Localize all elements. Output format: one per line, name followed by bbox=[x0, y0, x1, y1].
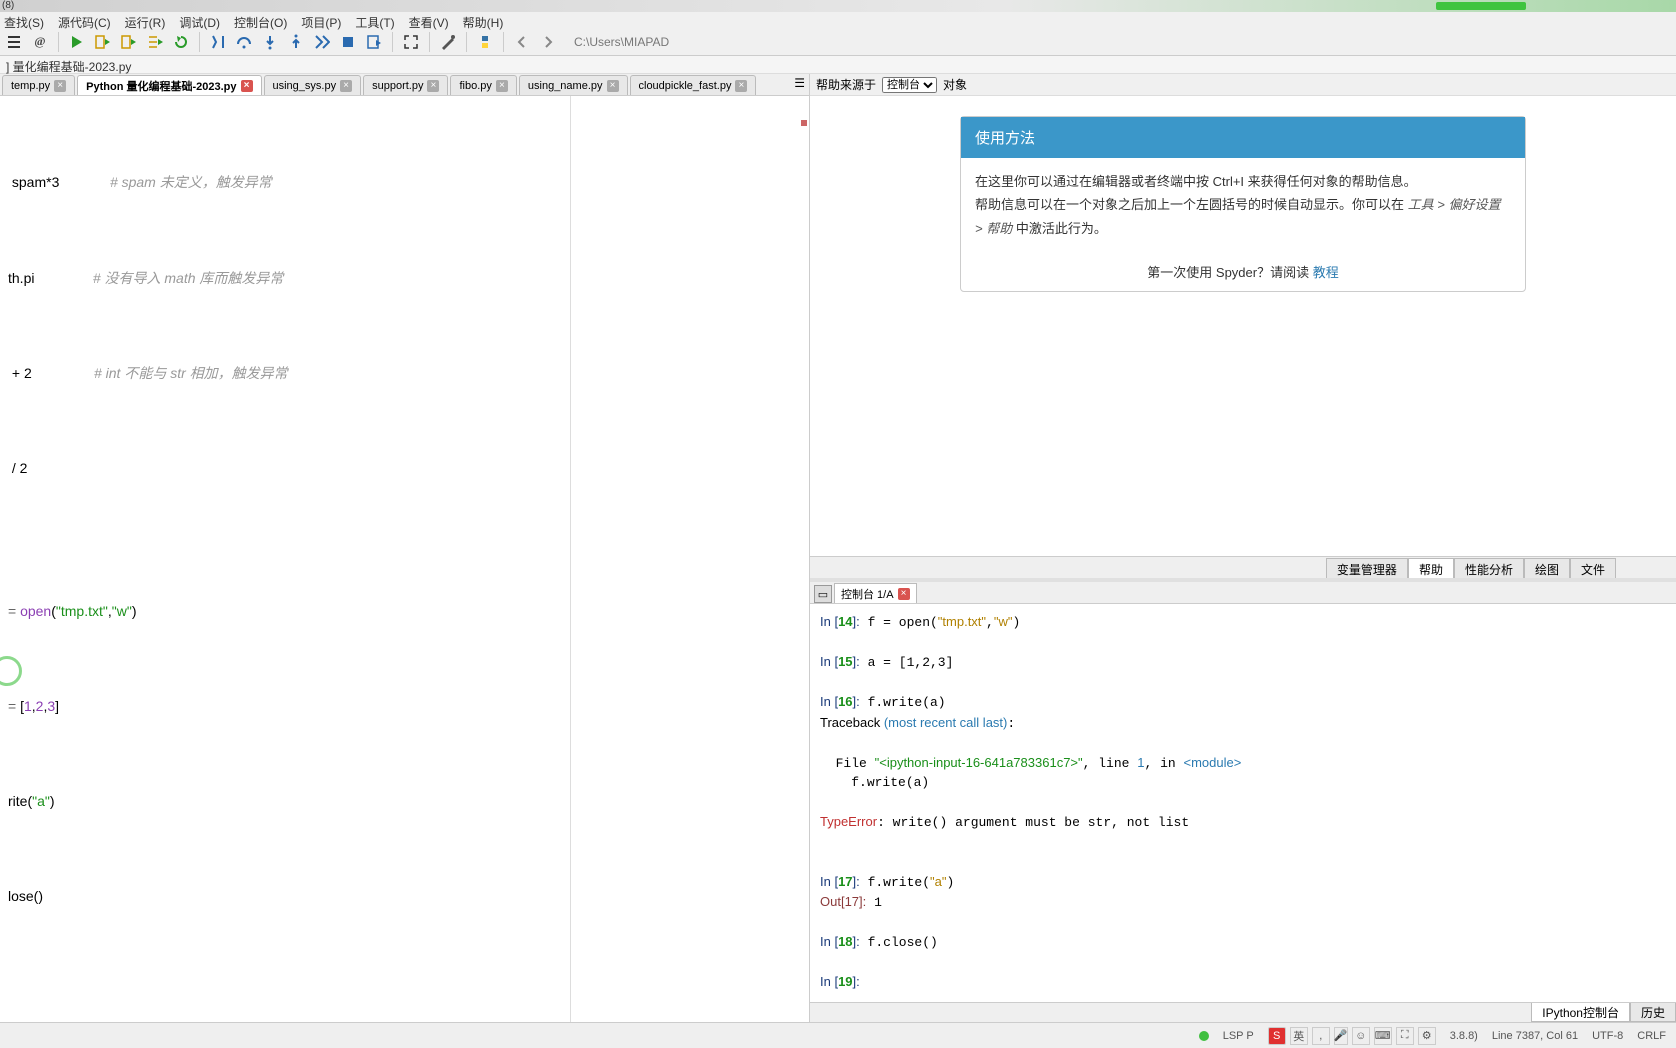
menubar: 查找(S) 源代码(C) 运行(R) 调试(D) 控制台(O) 项目(P) 工具… bbox=[0, 12, 1676, 28]
help-card-footer: 第一次使用 Spyder？请阅读 教程 bbox=[961, 252, 1525, 291]
run-selection-icon[interactable] bbox=[145, 32, 165, 52]
close-icon[interactable]: × bbox=[898, 588, 910, 600]
menu-tools[interactable]: 工具(T) bbox=[355, 14, 394, 26]
help-source-select[interactable]: 控制台 bbox=[882, 77, 937, 93]
continue-icon[interactable] bbox=[312, 32, 332, 52]
breadcrumb: ] 量化编程基础-2023.py bbox=[0, 56, 1676, 74]
scroll-marker bbox=[801, 120, 807, 126]
close-icon[interactable]: × bbox=[607, 80, 619, 92]
help-pane: 使用方法 在这里你可以通过在编辑器或者终端中按 Ctrl+I 来获得任何对象的帮… bbox=[810, 96, 1676, 556]
menu-view[interactable]: 查看(V) bbox=[409, 14, 449, 26]
tab-using-name[interactable]: using_name.py× bbox=[519, 75, 628, 95]
line-ending: CRLF bbox=[1637, 1030, 1666, 1042]
tab-history[interactable]: 历史 bbox=[1630, 1003, 1676, 1022]
tab-support[interactable]: support.py× bbox=[363, 75, 448, 95]
help-text-2: 帮助信息可以在一个对象之后加上一个左圆括号的时候自动显示。你可以在 工具 > 偏… bbox=[975, 193, 1511, 240]
statusbar: LSP P S 英 , 🎤 ☺ ⌨ ⛶ ⚙ 3.8.8) Line 7387, … bbox=[0, 1022, 1676, 1048]
ime-lang: 英 bbox=[1290, 1027, 1308, 1045]
breadcrumb-text: ] 量化编程基础-2023.py bbox=[6, 60, 131, 74]
at-icon[interactable]: @ bbox=[30, 32, 50, 52]
toolbar: @ C:\Users\MIAPAD bbox=[0, 28, 1676, 56]
close-icon[interactable]: × bbox=[340, 80, 352, 92]
menu-help[interactable]: 帮助(H) bbox=[463, 14, 504, 26]
maximize-icon[interactable] bbox=[401, 32, 421, 52]
python-version: 3.8.8) bbox=[1450, 1030, 1478, 1042]
tab-ipython[interactable]: IPython控制台 bbox=[1531, 1003, 1630, 1022]
tabs-menu-icon[interactable]: ☰ bbox=[794, 76, 805, 90]
tab-plots[interactable]: 绘图 bbox=[1524, 558, 1570, 578]
run-cell-icon[interactable] bbox=[93, 32, 113, 52]
python-icon[interactable] bbox=[475, 32, 495, 52]
close-icon[interactable]: × bbox=[496, 80, 508, 92]
step-into-icon[interactable] bbox=[260, 32, 280, 52]
menu-icon[interactable] bbox=[4, 32, 24, 52]
ime-icon: S bbox=[1268, 1027, 1286, 1045]
menu-console[interactable]: 控制台(O) bbox=[234, 14, 287, 26]
tab-temp[interactable]: temp.py× bbox=[2, 75, 75, 95]
close-icon[interactable]: × bbox=[54, 80, 66, 92]
help-toolbar: 帮助来源于 控制台 对象 bbox=[810, 74, 1676, 96]
tab-help[interactable]: 帮助 bbox=[1408, 558, 1454, 578]
ipython-console[interactable]: In [14]: f = open("tmp.txt","w") In [15]… bbox=[810, 604, 1676, 1002]
menu-search[interactable]: 查找(S) bbox=[4, 14, 44, 26]
rerun-icon[interactable] bbox=[171, 32, 191, 52]
tutorial-link[interactable]: 教程 bbox=[1313, 265, 1339, 280]
encoding: UTF-8 bbox=[1592, 1030, 1623, 1042]
right-pane-tabs: 变量管理器 帮助 性能分析 绘图 文件 bbox=[810, 556, 1676, 578]
tab-files[interactable]: 文件 bbox=[1570, 558, 1616, 578]
working-dir: C:\Users\MIAPAD bbox=[574, 35, 669, 49]
run-cell-advance-icon[interactable] bbox=[119, 32, 139, 52]
debug-file-icon[interactable] bbox=[364, 32, 384, 52]
console-tabs: ▭ 控制台 1/A × bbox=[810, 582, 1676, 604]
window-titlebar: (8) bbox=[0, 0, 1676, 12]
tab-profiler[interactable]: 性能分析 bbox=[1454, 558, 1524, 578]
editor-ruler bbox=[570, 96, 571, 1022]
settings-icon[interactable] bbox=[438, 32, 458, 52]
help-text-1: 在这里你可以通过在编辑器或者终端中按 Ctrl+I 来获得任何对象的帮助信息。 bbox=[975, 170, 1511, 193]
cursor-position: Line 7387, Col 61 bbox=[1492, 1030, 1578, 1042]
step-out-icon[interactable] bbox=[286, 32, 306, 52]
editor-scrollbar[interactable] bbox=[795, 96, 807, 1022]
lsp-status-icon bbox=[1199, 1031, 1209, 1041]
step-over-icon[interactable] bbox=[234, 32, 254, 52]
ime-punct1: , bbox=[1312, 1027, 1330, 1045]
menu-source[interactable]: 源代码(C) bbox=[58, 14, 111, 26]
close-icon[interactable]: × bbox=[427, 80, 439, 92]
back-icon[interactable] bbox=[512, 32, 532, 52]
help-card: 使用方法 在这里你可以通过在编辑器或者终端中按 Ctrl+I 来获得任何对象的帮… bbox=[960, 116, 1526, 292]
tab-main[interactable]: Python 量化编程基础-2023.py× bbox=[77, 75, 261, 95]
tab-variable-explorer[interactable]: 变量管理器 bbox=[1326, 558, 1408, 578]
close-icon[interactable]: × bbox=[241, 80, 253, 92]
code-editor[interactable]: spam*3 # spam 未定义，触发异常 th.pi # 没有导入 math… bbox=[0, 96, 809, 1022]
tab-using-sys[interactable]: using_sys.py× bbox=[264, 75, 362, 95]
help-object-label: 对象 bbox=[943, 76, 967, 93]
close-icon[interactable]: × bbox=[735, 80, 747, 92]
stop-debug-icon[interactable] bbox=[338, 32, 358, 52]
forward-icon[interactable] bbox=[538, 32, 558, 52]
console-tab-1[interactable]: 控制台 1/A × bbox=[834, 583, 917, 603]
help-source-label: 帮助来源于 bbox=[816, 76, 876, 93]
help-card-body: 在这里你可以通过在编辑器或者终端中按 Ctrl+I 来获得任何对象的帮助信息。 … bbox=[961, 158, 1525, 252]
editor-tabs: temp.py× Python 量化编程基础-2023.py× using_sy… bbox=[0, 74, 809, 96]
help-card-title: 使用方法 bbox=[961, 117, 1525, 158]
tab-cloudpickle[interactable]: cloudpickle_fast.py× bbox=[630, 75, 757, 95]
menu-debug[interactable]: 调试(D) bbox=[179, 14, 220, 26]
title-version: (8) bbox=[2, 0, 14, 11]
menu-run[interactable]: 运行(R) bbox=[125, 14, 166, 26]
title-progress bbox=[1436, 2, 1526, 10]
console-bottom-tabs: IPython控制台 历史 bbox=[810, 1002, 1676, 1022]
debug-icon[interactable] bbox=[208, 32, 228, 52]
console-options-icon[interactable]: ▭ bbox=[814, 585, 832, 603]
lsp-label: LSP P bbox=[1223, 1030, 1254, 1042]
tab-fibo[interactable]: fibo.py× bbox=[450, 75, 516, 95]
ime-indicator[interactable]: S 英 , 🎤 ☺ ⌨ ⛶ ⚙ bbox=[1268, 1027, 1436, 1045]
menu-project[interactable]: 项目(P) bbox=[301, 14, 341, 26]
run-icon[interactable] bbox=[67, 32, 87, 52]
